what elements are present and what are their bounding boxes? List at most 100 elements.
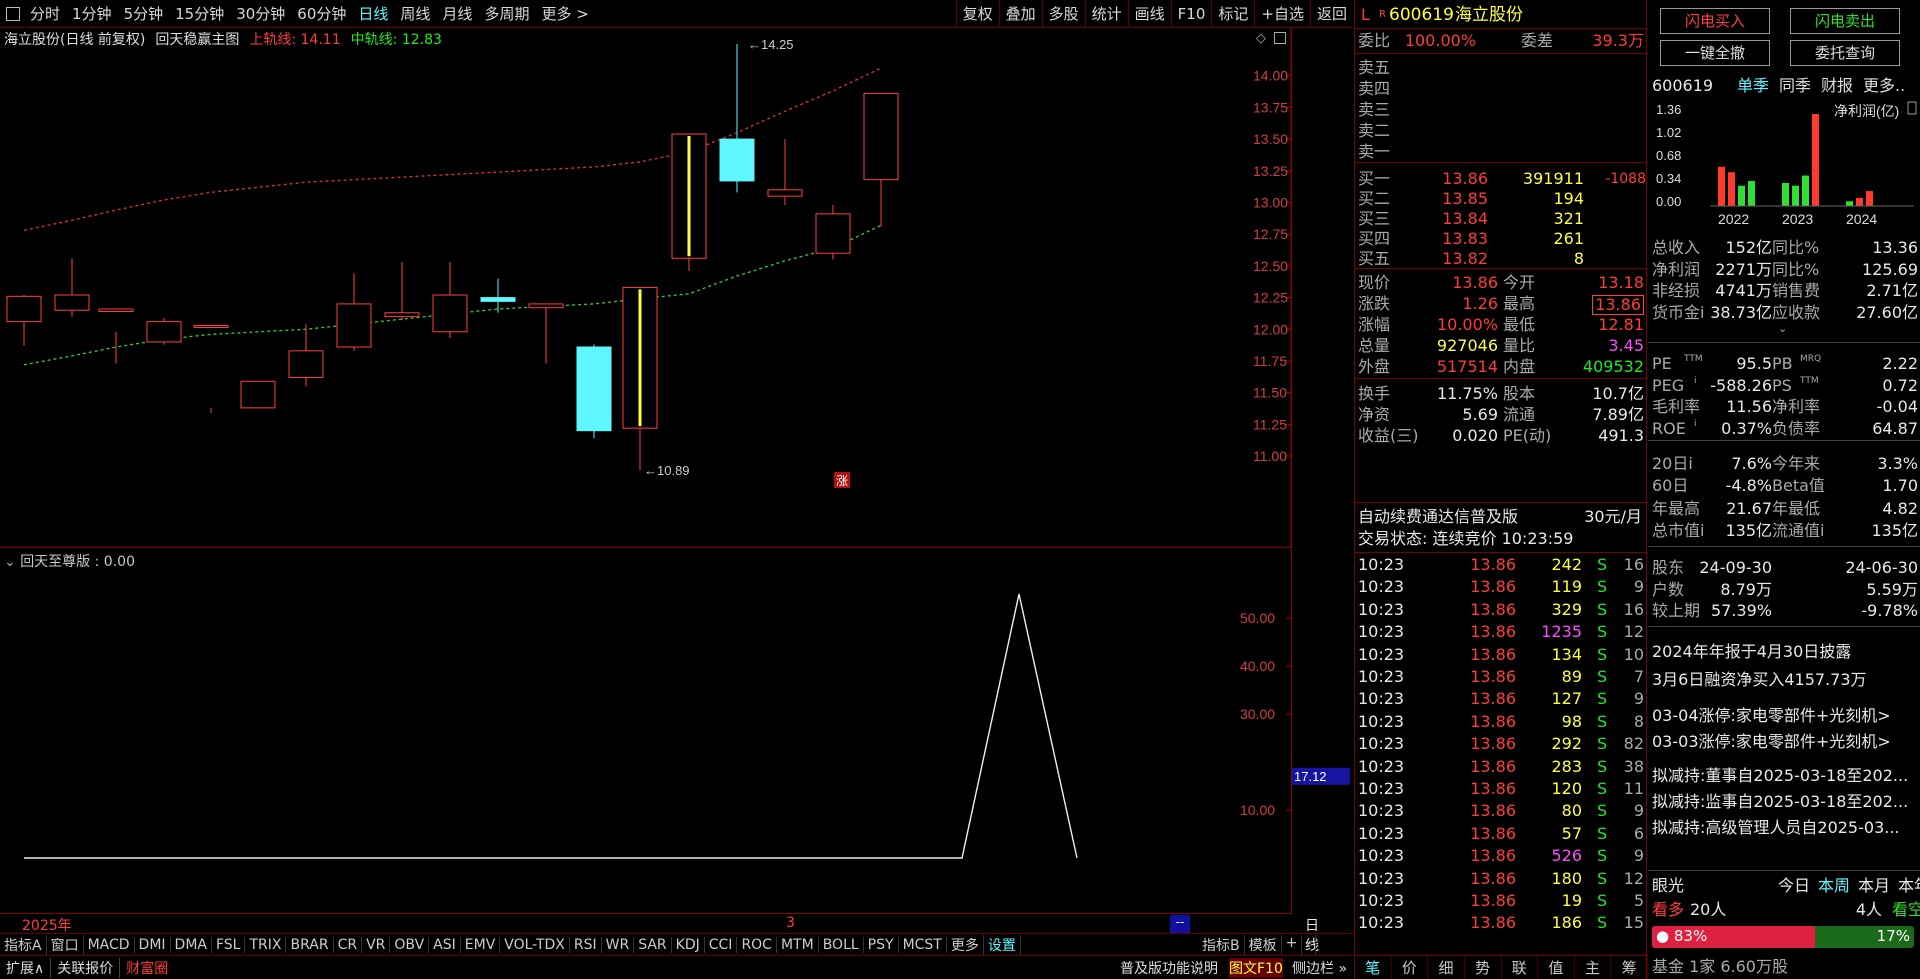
divider [1355,28,1648,29]
period-tab-6[interactable]: 日线 [352,3,394,24]
period-tab-8[interactable]: 月线 [436,3,478,24]
tool-button-0[interactable]: 复权 [955,0,999,28]
ask-label: 卖三 [1358,100,1391,119]
order-query-button[interactable]: 委托查询 [1790,40,1900,66]
period-tab-7[interactable]: 周线 [394,3,436,24]
eye-year[interactable]: 本年 [1898,874,1920,898]
quote-tab-0[interactable]: 笔 [1355,956,1392,979]
quote-tab-4[interactable]: 联 [1502,956,1539,979]
period-tab-9[interactable]: 多周期 [478,3,535,24]
sidebar-toggle[interactable]: 侧边栏 » [1292,958,1347,978]
scroll-marker[interactable]: -- [1170,915,1190,933]
indicator-tab-5[interactable]: FSL [212,936,246,953]
indicator-tab-21[interactable]: BOLL [819,936,864,953]
quote-tab-2[interactable]: 细 [1428,956,1465,979]
indicator-tab-8[interactable]: CR [334,936,363,953]
expand-chevron-icon[interactable]: ⌄ [1778,322,1787,335]
quote-tab-6[interactable]: 主 [1575,956,1612,979]
note-text[interactable]: 03-03涨停:家电零部件+光刻机> [1652,730,1891,754]
diamond-icon[interactable]: ◇ [1256,31,1266,46]
note-text[interactable]: 拟减持:高级管理人员自2025-03... [1652,816,1900,840]
note-text[interactable]: 3月6日融资净买入4157.73万 [1652,668,1867,692]
indicator-tab-right-1[interactable]: 模板 [1245,934,1282,955]
window-icon[interactable] [6,6,20,21]
eye-week[interactable]: 本周 [1818,874,1850,898]
period-tab-3[interactable]: 15分钟 [169,3,230,24]
tool-button-2[interactable]: 多股 [1041,0,1085,28]
indicator-tab-3[interactable]: DMI [135,936,171,953]
fin-tab-0[interactable]: 单季 [1737,74,1769,98]
note-text[interactable]: 03-04涨停:家电零部件+光刻机> [1652,704,1891,728]
indicator-tab-20[interactable]: MTM [777,936,819,953]
indicator-tab-6[interactable]: TRIX [245,936,287,953]
indicator-tab-9[interactable]: VR [362,936,391,953]
indicator-tab-0[interactable]: 指标A [0,934,47,955]
period-tab-2[interactable]: 5分钟 [118,3,170,24]
function-help-link[interactable]: 普及版功能说明 [1120,958,1218,978]
indicator-chart[interactable]: 50.00 40.00 30.00 10.00 17.12 [0,548,1350,913]
note-text[interactable]: 拟减持:监事自2025-03-18至202... [1652,790,1908,814]
indicator-tab-1[interactable]: 窗口 [47,934,84,955]
indicator-tab-10[interactable]: OBV [390,936,430,953]
kline-chart[interactable]: 14.00 13.75 13.50 13.25 13.00 12.75 12.50 12.25… [0,28,1292,548]
collapse-icon[interactable]: ⌄ [4,554,16,570]
indicator-tab-22[interactable]: PSY [864,936,899,953]
fin-tab-2[interactable]: 财报 [1821,74,1853,98]
tool-button-5[interactable]: F10 [1170,0,1212,28]
tool-button-1[interactable]: 叠加 [998,0,1042,28]
expand-button[interactable]: 扩展∧ [0,958,50,978]
indicator-tab-18[interactable]: CCI [705,936,738,953]
indicator-tab-24[interactable]: 更多 [947,934,984,955]
tick-count: 10 [1623,644,1644,664]
indicator-tab-12[interactable]: EMV [461,936,501,953]
eye-today[interactable]: 今日 [1778,874,1810,898]
note-text[interactable]: 拟减持:董事自2025-03-18至202... [1652,764,1908,788]
note-text[interactable]: 2024年年报于4月30日披露 [1652,640,1851,664]
eye-month[interactable]: 本月 [1858,874,1890,898]
indicator-tab-14[interactable]: RSI [570,936,602,953]
indicator-tab-11[interactable]: ASI [429,936,461,953]
quote-tab-5[interactable]: 值 [1538,956,1575,979]
period-tab-10[interactable]: 更多 > [535,3,594,24]
stat-value: 10.00% [1436,315,1498,334]
flash-sell-button[interactable]: 闪电卖出 [1790,8,1900,34]
quote-tab-7[interactable]: 筹 [1611,956,1648,979]
period-tab-1[interactable]: 1分钟 [66,3,118,24]
quote-tab-1[interactable]: 价 [1392,956,1429,979]
indicator-tab-4[interactable]: DMA [171,936,212,953]
eye-bear-label: 看空 [1891,900,1920,919]
indicator-tab-19[interactable]: ROC [737,936,777,953]
tool-button-3[interactable]: 统计 [1084,0,1128,28]
indicator-tab-right-3[interactable]: - [1302,934,1317,955]
period-tab-5[interactable]: 60分钟 [291,3,352,24]
ask-row: 卖四 [1355,78,1648,100]
flash-buy-button[interactable]: 闪电买入 [1660,8,1770,34]
indicator-tab-15[interactable]: WR [602,936,635,953]
indicator-tab-right-2[interactable]: + [1282,934,1303,955]
quote-bottom-tabs: 笔价细势联值主筹 [1355,955,1648,979]
tool-button-8[interactable]: 返回 [1309,0,1353,28]
period-tab-0[interactable]: 分时 [24,3,66,24]
panel-toggle-icon[interactable] [1274,32,1286,44]
fin-tab-3[interactable]: 更多.. [1863,74,1905,98]
fin-tab-1[interactable]: 同季 [1779,74,1811,98]
indicator-tab-17[interactable]: KDJ [672,936,705,953]
tool-button-6[interactable]: 标记 [1211,0,1254,28]
stat-value: 0.020 [1452,426,1498,445]
indicator-tab-2[interactable]: MACD [84,936,135,953]
f10-button[interactable]: 图文F10 [1229,957,1283,978]
tool-button-7[interactable]: +自选 [1254,0,1310,28]
quote-tab-3[interactable]: 势 [1465,956,1502,979]
period-tab-4[interactable]: 30分钟 [230,3,291,24]
indicator-tab-13[interactable]: VOL-TDX [500,936,570,953]
stat-label: 换手 [1358,384,1391,403]
tool-button-4[interactable]: 画线 [1127,0,1171,28]
wealth-circle-button[interactable]: 财富圈 [119,957,174,978]
related-quote-button[interactable]: 关联报价 [50,957,119,978]
indicator-tab-25[interactable]: 设置 [984,934,1021,955]
indicator-tab-7[interactable]: BRAR [286,936,334,953]
indicator-tab-right-0[interactable]: 指标B [1198,934,1245,955]
indicator-tab-16[interactable]: SAR [634,936,672,953]
indicator-tab-23[interactable]: MCST [899,936,947,953]
cancel-all-button[interactable]: 一键全撤 [1660,40,1770,66]
